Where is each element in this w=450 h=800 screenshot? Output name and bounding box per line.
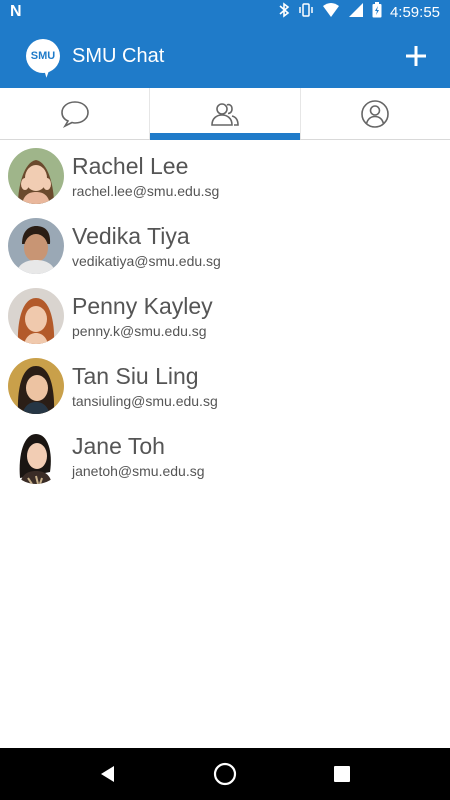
contact-row[interactable]: Jane Toh janetoh@smu.edu.sg: [0, 421, 450, 491]
tab-contacts[interactable]: [149, 88, 300, 140]
contact-name: Penny Kayley: [72, 292, 213, 319]
tab-chats[interactable]: [0, 88, 149, 139]
contact-email: rachel.lee@smu.edu.sg: [72, 182, 220, 199]
battery-charging-icon: [372, 1, 382, 23]
app-title: SMU Chat: [72, 44, 165, 67]
contact-row[interactable]: Vedika Tiya vedikatiya@smu.edu.sg: [0, 211, 450, 281]
status-bar: N 4:59:55: [0, 0, 450, 24]
contact-row[interactable]: Tan Siu Ling tansiuling@smu.edu.sg: [0, 351, 450, 421]
contact-name: Tan Siu Ling: [72, 362, 199, 389]
avatar: [8, 288, 64, 344]
clock-text: 4:59:55: [389, 3, 440, 21]
tab-bar: [0, 88, 450, 140]
vibrate-icon: [298, 2, 314, 23]
app-logo-text: SMU: [30, 50, 56, 62]
avatar: [8, 148, 64, 204]
contact-email: vedikatiya@smu.edu.sg: [72, 252, 221, 269]
contacts-icon: [211, 102, 239, 126]
back-button[interactable]: [84, 750, 132, 798]
recents-icon: [333, 766, 350, 782]
app-bar: SMU SMU Chat: [0, 24, 450, 88]
n-icon: N: [10, 3, 22, 20]
contact-name: Jane Toh: [72, 432, 165, 459]
tab-profile[interactable]: [299, 88, 450, 139]
contact-row[interactable]: Rachel Lee rachel.lee@smu.edu.sg: [0, 141, 450, 211]
contact-email: janetoh@smu.edu.sg: [72, 462, 205, 479]
add-button[interactable]: [396, 36, 436, 76]
contact-list: Rachel Lee rachel.lee@smu.edu.sg Vedika …: [0, 141, 450, 491]
profile-icon: [361, 99, 390, 128]
chat-bubble-icon: [60, 100, 89, 128]
app-logo: SMU: [26, 39, 60, 73]
back-icon: [101, 766, 115, 782]
avatar: [8, 428, 64, 484]
signal-icon: [348, 2, 364, 23]
recents-button[interactable]: [318, 750, 366, 798]
navigation-bar: [0, 748, 450, 800]
contact-name: Vedika Tiya: [72, 222, 190, 249]
home-icon: [213, 762, 237, 786]
avatar: [8, 358, 64, 414]
contact-email: tansiuling@smu.edu.sg: [72, 392, 218, 409]
avatar: [8, 218, 64, 274]
plus-icon: [406, 46, 426, 66]
contact-name: Rachel Lee: [72, 152, 189, 179]
bluetooth-icon: [278, 1, 290, 23]
contact-row[interactable]: Penny Kayley penny.k@smu.edu.sg: [0, 281, 450, 351]
wifi-icon: [322, 2, 340, 23]
contact-email: penny.k@smu.edu.sg: [72, 322, 207, 339]
home-button[interactable]: [201, 750, 249, 798]
